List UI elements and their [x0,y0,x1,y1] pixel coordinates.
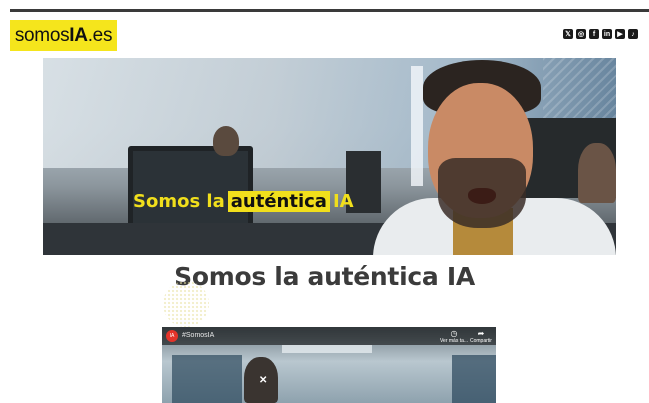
monitor-image [128,146,253,234]
page-title: Somos la auténtica IA [174,262,475,291]
logo-strong: IA [69,24,88,46]
channel-logo[interactable]: IA [166,330,178,342]
watch-later-button[interactable]: ◷ Ver más ta... [440,329,469,344]
x-icon[interactable]: 𝕏 [563,29,573,39]
video-title[interactable]: #SomosIA [182,332,214,339]
hero-tagline-after: IA [332,191,354,212]
logo-prefix: somos [14,24,70,46]
social-links: 𝕏 ◎ f in ▶ ♪ [563,29,638,39]
tiktok-icon[interactable]: ♪ [628,29,638,39]
decorative-dots [163,281,209,327]
video-player[interactable]: ✕ IA #SomosIA ◷ Ver más ta... ➦ Comparti… [162,327,496,403]
watch-later-label: Ver más ta... [440,337,469,344]
site-header: somos IA .es 𝕏 ◎ f in ▶ ♪ [0,12,649,58]
hero-tagline-before: Somos la [133,191,225,212]
hero-tagline: Somos la auténtica IA [133,191,354,212]
site-logo[interactable]: somos IA .es [10,20,117,51]
youtube-icon[interactable]: ▶ [615,29,625,39]
linkedin-icon[interactable]: in [602,29,612,39]
instagram-icon[interactable]: ◎ [576,29,586,39]
share-label: Compartir [470,337,492,344]
hero-banner: Somos la auténtica IA [43,58,616,255]
hero-tagline-highlight: auténtica [227,191,330,212]
logo-suffix: .es [87,24,113,46]
share-button[interactable]: ➦ Compartir [470,329,492,344]
facebook-icon[interactable]: f [589,29,599,39]
